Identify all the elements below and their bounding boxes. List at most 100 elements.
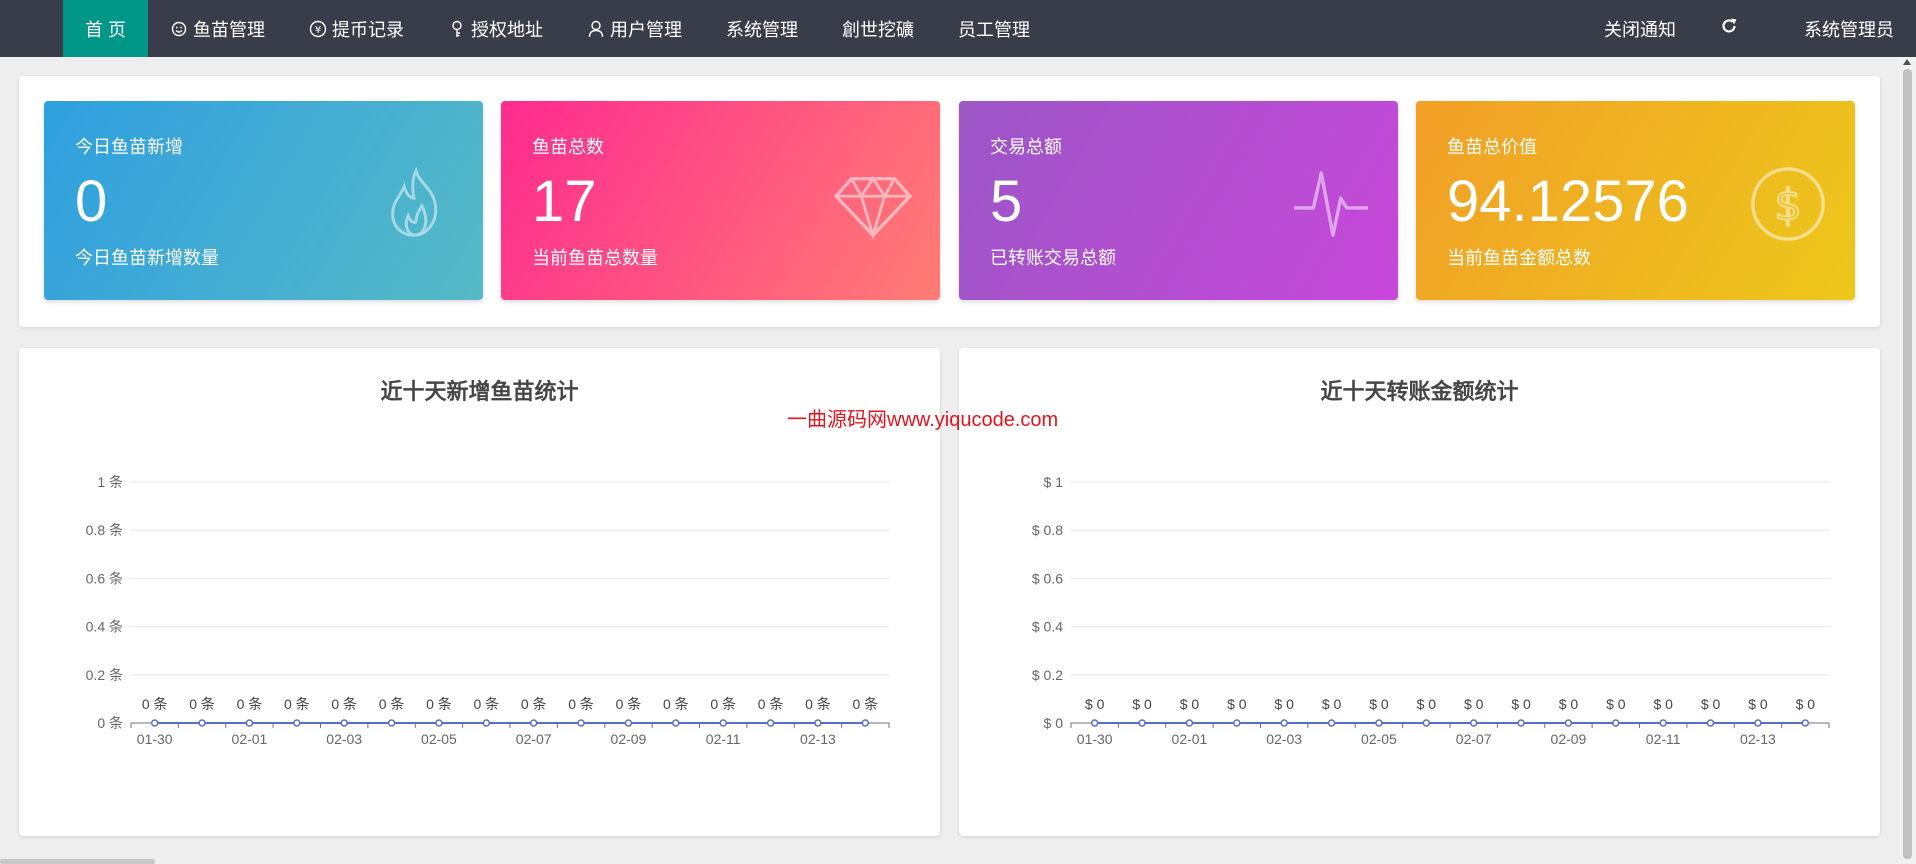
nav-staff-manage[interactable]: 员工管理 <box>936 0 1052 57</box>
y-tick-label: 0.4 条 <box>86 619 123 635</box>
data-label: 0 条 <box>379 696 405 712</box>
stat-card-today-new: 今日鱼苗新增 0 今日鱼苗新增数量 <box>44 101 483 300</box>
stat-card-fish-total: 鱼苗总数 17 当前鱼苗总数量 <box>501 101 940 300</box>
nav-genesis-mining-label: 創世挖礦 <box>842 19 915 40</box>
data-point <box>1185 719 1194 727</box>
yen-icon: ¥ <box>309 20 327 38</box>
stat-card-value: 5 <box>990 169 1023 234</box>
data-label: $ 0 <box>1417 696 1437 712</box>
scroll-up-arrow-icon[interactable] <box>1903 59 1911 65</box>
y-tick-label: $ 0.2 <box>1032 667 1063 683</box>
horizontal-scrollbar-thumb[interactable] <box>0 859 155 864</box>
stat-card-subtitle: 当前鱼苗总数量 <box>532 248 658 268</box>
pulse-icon <box>1293 171 1369 237</box>
data-point <box>1280 719 1288 727</box>
data-label: 0 条 <box>805 696 831 712</box>
data-label: 0 条 <box>710 696 736 712</box>
data-point <box>529 719 538 727</box>
stat-card-value: 94.12576 <box>1447 169 1689 234</box>
refresh-button[interactable] <box>1698 0 1790 57</box>
chart-panel-transfer-amount: 近十天转账金额统计 $ 0 $ 0.2 $ 0.4 $ 0.6 $ 0.8 $ 1 01-3… <box>959 348 1880 836</box>
key-icon <box>448 20 466 38</box>
data-label: $ 0 <box>1132 696 1152 712</box>
x-tick-label: 02-05 <box>1361 731 1397 747</box>
x-tick-label: 02-13 <box>800 731 836 747</box>
data-point <box>1327 719 1336 727</box>
data-point <box>245 719 254 727</box>
data-label: $ 0 <box>1796 696 1816 712</box>
nav-fish-manage-label: 鱼苗管理 <box>193 19 266 40</box>
data-point <box>387 719 396 727</box>
stat-card-fish-value: 鱼苗总价值 94.12576 当前鱼苗金额总数 $ <box>1416 101 1855 300</box>
data-point <box>1138 719 1146 727</box>
data-label: 0 条 <box>142 696 168 712</box>
user-icon <box>587 20 605 38</box>
data-point <box>198 719 206 727</box>
x-tick-label: 02-09 <box>611 731 647 747</box>
data-point <box>1517 719 1525 727</box>
data-point <box>1754 719 1762 727</box>
data-label: $ 0 <box>1274 696 1294 712</box>
data-label: $ 0 <box>1180 696 1200 712</box>
y-tick-label: 1 条 <box>97 474 123 490</box>
y-tick-label: $ 1 <box>1044 474 1064 490</box>
y-tick-label: $ 0.6 <box>1032 570 1063 586</box>
data-label: 0 条 <box>663 696 689 712</box>
data-label: 0 条 <box>758 696 784 712</box>
data-point <box>624 719 633 727</box>
x-tick-label: 02-03 <box>1266 731 1302 747</box>
close-notice-button[interactable]: 关闭通知 <box>1582 0 1698 57</box>
stat-card-value: 17 <box>532 169 597 234</box>
svg-text:¥: ¥ <box>315 25 321 36</box>
x-tick-label: 02-09 <box>1551 731 1587 747</box>
nav-auth-address[interactable]: 授权地址 <box>426 0 565 57</box>
y-tick-label: $ 0 <box>1044 715 1064 731</box>
data-point <box>482 719 491 727</box>
data-point <box>1612 719 1620 727</box>
nav-home-label: 首 页 <box>85 19 127 40</box>
data-label: 0 条 <box>568 696 594 712</box>
nav-home[interactable]: 首 页 <box>63 0 149 57</box>
nav-withdraw-records[interactable]: ¥ 提币记录 <box>287 0 426 57</box>
data-point <box>766 719 775 727</box>
data-label: 0 条 <box>331 696 357 712</box>
x-tick-label: 02-05 <box>421 731 457 747</box>
data-point <box>1469 719 1478 727</box>
stat-card-value: 0 <box>75 169 108 234</box>
nav-system-manage[interactable]: 系统管理 <box>704 0 820 57</box>
data-label: 0 条 <box>284 696 310 712</box>
nav-fish-manage[interactable]: 鱼苗管理 <box>148 0 287 57</box>
data-label: 0 条 <box>852 696 878 712</box>
y-tick-label: 0.8 条 <box>86 522 123 538</box>
y-tick-label: 0.6 条 <box>86 570 123 586</box>
data-label: 0 条 <box>616 696 642 712</box>
x-tick-label: 01-30 <box>137 731 173 747</box>
data-label: $ 0 <box>1606 696 1626 712</box>
nav-user-manage[interactable]: 用户管理 <box>565 0 704 57</box>
data-point <box>861 719 870 727</box>
nav-staff-manage-label: 员工管理 <box>958 19 1031 40</box>
scrollbar-thumb[interactable] <box>1903 69 1912 859</box>
x-tick-label: 01-30 <box>1077 731 1113 747</box>
y-tick-label: $ 0.8 <box>1032 522 1063 538</box>
data-point <box>1375 719 1383 727</box>
stat-card-trade-total: 交易总额 5 已转账交易总额 <box>959 101 1398 300</box>
x-tick-label: 02-03 <box>326 731 362 747</box>
stat-card-title: 鱼苗总价值 <box>1447 137 1537 157</box>
diamond-icon <box>834 176 912 241</box>
data-point <box>1801 719 1810 727</box>
svg-text:$: $ <box>1774 181 1801 231</box>
stat-card-subtitle: 今日鱼苗新增数量 <box>75 248 219 268</box>
refresh-icon <box>1720 17 1738 40</box>
vertical-scrollbar[interactable] <box>1899 57 1916 864</box>
data-point <box>1422 719 1431 727</box>
data-point <box>672 719 680 727</box>
data-point <box>814 719 822 727</box>
data-label: $ 0 <box>1322 696 1342 712</box>
x-tick-label: 02-13 <box>1740 731 1776 747</box>
close-notice-label: 关闭通知 <box>1604 19 1676 40</box>
data-label: $ 0 <box>1085 696 1105 712</box>
line-chart-transfer-amount: $ 0 $ 0.2 $ 0.4 $ 0.6 $ 0.8 $ 1 01-30 02-01 02-0… <box>1032 474 1830 747</box>
admin-menu[interactable]: 系统管理员 <box>1790 0 1916 57</box>
nav-genesis-mining[interactable]: 創世挖礦 <box>820 0 936 57</box>
